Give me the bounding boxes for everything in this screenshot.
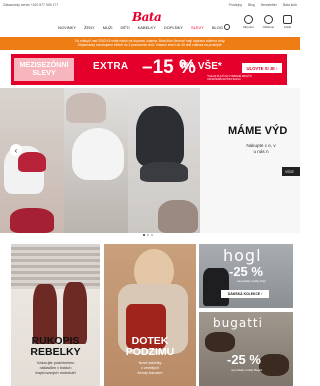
stores-link[interactable]: Prodejny [229,3,242,7]
customer-service-text[interactable]: Zákaznický servis +420 577 005 177 [3,3,58,7]
bugatti-note: na produkty značky Bugatti [231,369,263,372]
hogl-note: na produkty značky Högl [237,280,266,283]
nav-novinky[interactable]: NOVINKY [58,25,76,30]
favorites-button[interactable]: Oblíbené [263,15,274,29]
bata-club-link[interactable]: Bata klub [283,3,297,7]
nav-slevy[interactable]: SLEVY [191,25,204,30]
tile-autumn-bags[interactable]: DOTEK PODZIMU Nové kabelky v zemitých tr… [104,244,196,386]
carousel-dot[interactable] [143,234,145,236]
hogl-discount: -25 % [229,264,263,279]
nav-blog[interactable]: BLOG [212,25,223,30]
site-header: Bata NOVINKY ŽENY MUŽI DĚTI KABELKY DOPL… [0,9,300,36]
tile-bugatti[interactable]: bugatti -25 % na produkty značky Bugatti [199,312,293,386]
hogl-collection-button[interactable]: DÁMSKÁ KOLEKCE › [221,290,269,298]
carousel-prev-icon[interactable]: ‹ [10,144,22,156]
nav-muzi[interactable]: MUŽI [103,25,113,30]
carousel-dot[interactable] [147,234,149,236]
promo-na-vse: NA VŠE* [181,61,222,72]
nav-zeny[interactable]: ŽENY [84,25,95,30]
promo-cta-button[interactable]: ULOVTE SI JE › [242,63,282,73]
nav-doplnky[interactable]: DOPLŇKY [164,25,183,30]
season-sale-badge: MEZISEZÓNNÍ SLEVY [14,58,74,81]
bugatti-brand: bugatti [213,316,263,330]
favorites-label: Oblíbené [262,25,274,29]
hero-carousel: MÁME VÝD Nakupte c e, v u nás n VÍCE ‹ [0,88,300,233]
tile-1-sub-3: inspirovaných motorkáři [35,371,76,375]
tile-2-title-line-2: PODZIMU [125,346,175,358]
notice-line-2: Objednávky doručujeme běžně do 3 pracovn… [77,43,223,47]
tile-1-title-line-2: REBELKY [30,346,81,358]
cart-label: Košík [284,25,291,29]
promo-footnote: *SLEVA PLATÍ NA VYBRANÉ ZBOŽÍ S OZNAČENÍ… [207,75,252,81]
hero-image-sneaker [64,88,128,233]
newsletter-link[interactable]: Newsletter [261,3,277,7]
hero-more-button[interactable]: VÍCE [282,167,300,176]
nav-deti[interactable]: DĚTI [120,25,129,30]
bata-logo[interactable]: Bata [132,10,162,24]
nav-kabelky[interactable]: KABELKY [138,25,156,30]
top-utility-bar: Zákaznický servis +420 577 005 177 Prode… [0,0,300,9]
bugatti-discount: -25 % [227,352,261,367]
account-button[interactable]: Můj účet [243,15,254,29]
search-icon[interactable] [224,24,230,30]
hero-subtitle-line-2: u nás n [253,149,269,154]
account-label: Můj účet [243,25,254,29]
hero-image-kids-boots [0,88,64,233]
heart-icon [263,15,273,24]
user-icon [243,15,253,24]
header-icons: Můj účet Oblíbené Košík [243,15,292,29]
hero-text-panel [200,88,300,233]
blog-link[interactable]: Blog [248,3,255,7]
carousel-dots [143,234,153,236]
promo-banner[interactable]: MEZISEZÓNNÍ SLEVY EXTRA –15 % NA VŠE* *S… [11,54,287,85]
tile-rebel-boots[interactable]: RUKOPIS REBELKY Vzdorujte podzimnímu nák… [11,244,100,386]
hero-image-hiking-boots [128,88,200,233]
tile-hogl[interactable]: hogl -25 % na produkty značky Högl DÁMSK… [199,244,293,308]
promo-extra: EXTRA [93,61,129,72]
main-nav: NOVINKY ŽENY MUŽI DĚTI KABELKY DOPLŇKY S… [58,25,223,30]
hero-title: MÁME VÝD [228,125,288,137]
carousel-dot[interactable] [151,234,153,236]
hero-subtitle: Nakupte c e, v u nás n [222,143,300,155]
shipping-notice: Od nákupů nad 2000 Kč máte nárok na dopr… [0,37,300,50]
bag-icon [283,15,292,24]
tile-2-sub-3: trendy barvách [137,371,163,375]
hogl-brand: hogl [223,246,262,265]
cart-button[interactable]: Košík [283,15,292,29]
